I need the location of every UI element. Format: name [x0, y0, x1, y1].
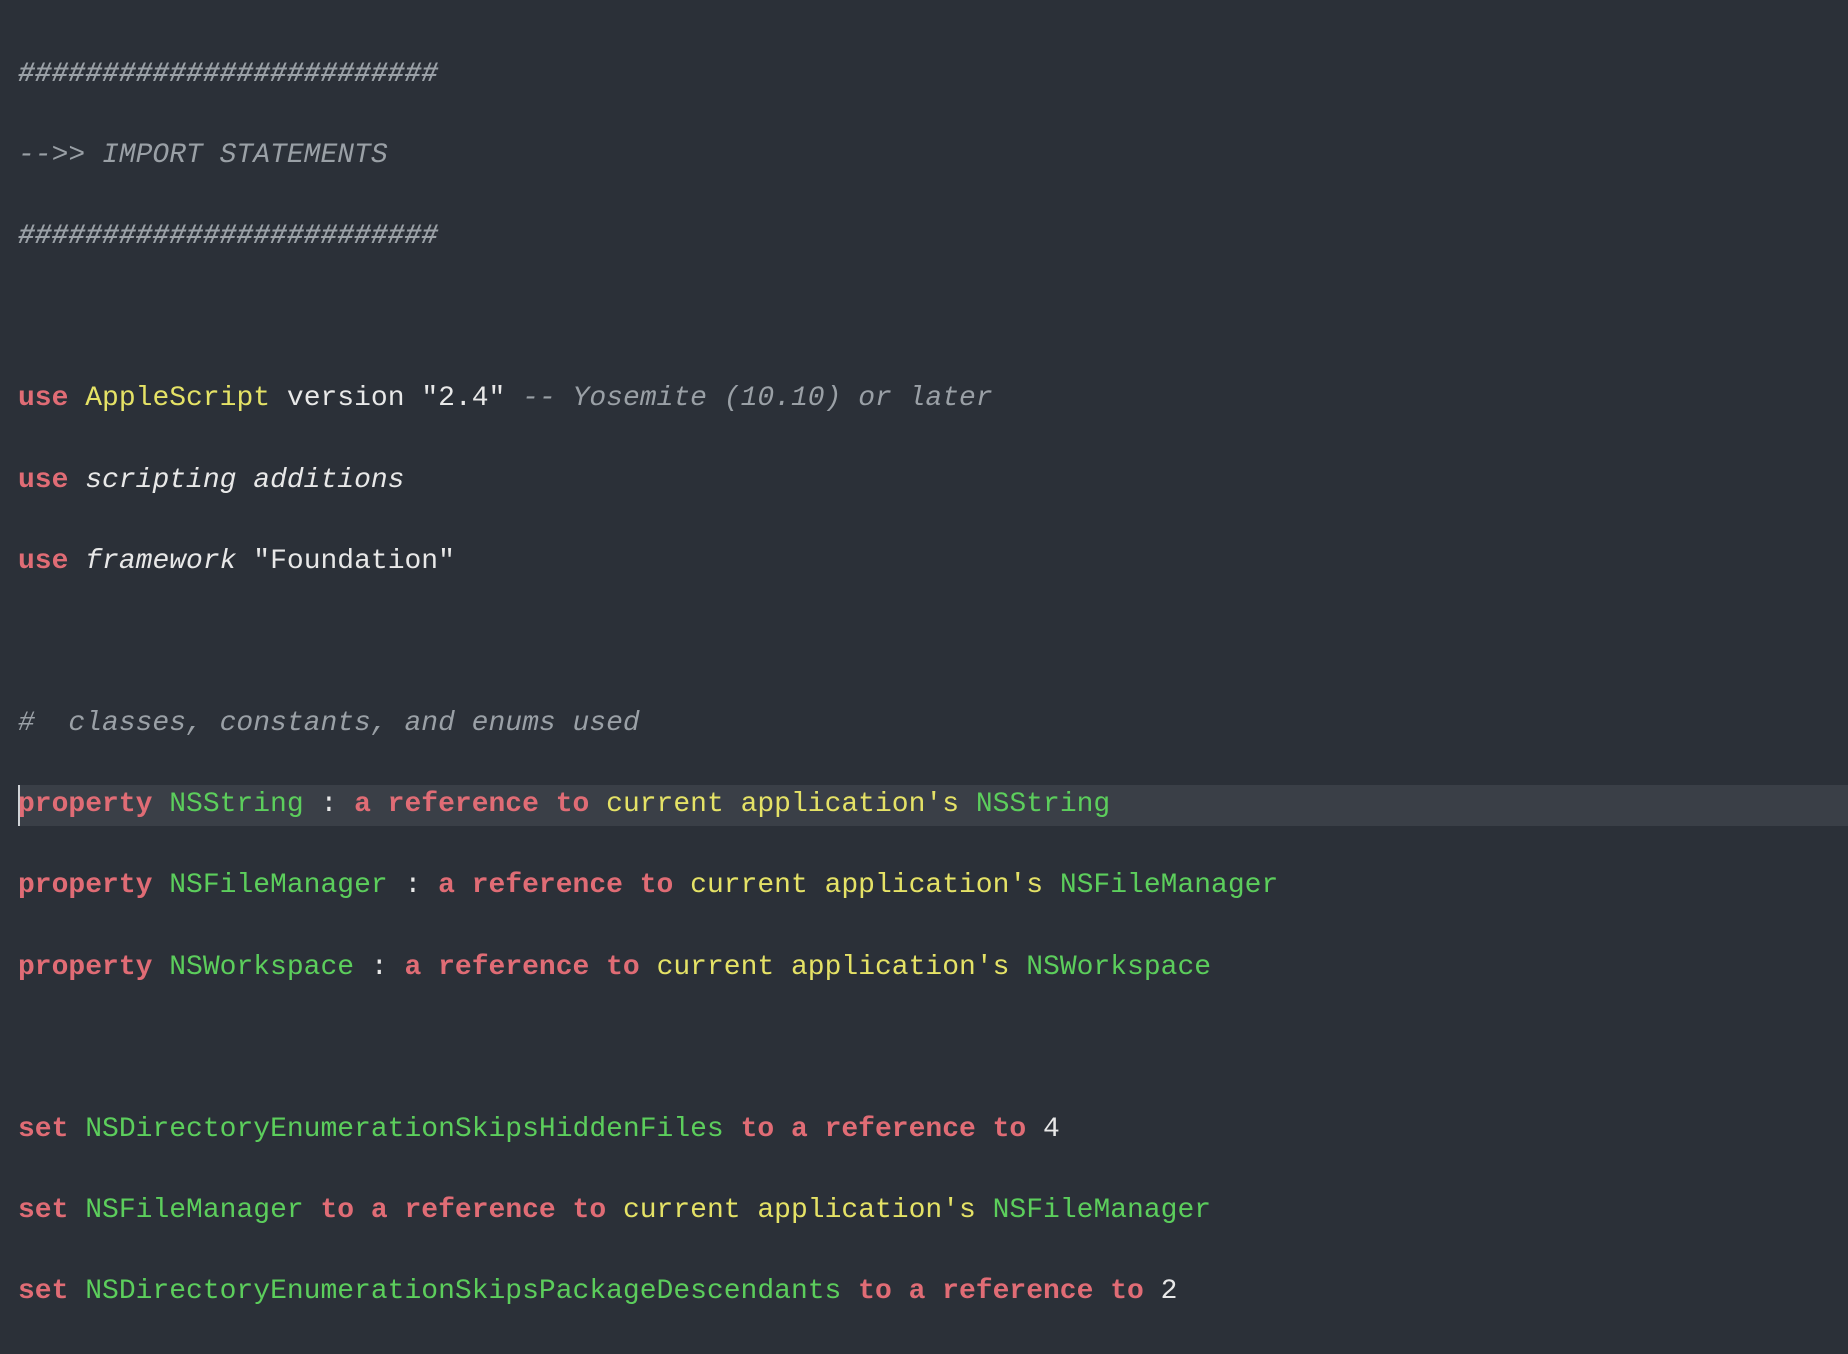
- phrase-to-reference-to: to a reference to: [741, 1114, 1027, 1145]
- identifier: NSWorkspace: [169, 952, 354, 983]
- keyword-use: use: [18, 546, 68, 577]
- identifier: NSFileManager: [993, 1195, 1211, 1226]
- identifier: NSString: [976, 789, 1110, 820]
- phrase-reference-to: a reference to: [405, 952, 640, 983]
- code-line: set NSDirectoryEnumerationSkipsPackageDe…: [18, 1272, 1848, 1313]
- code-line: # classes, constants, and enums used: [18, 704, 1848, 745]
- identifier: NSFileManager: [1060, 870, 1278, 901]
- keyword-set: set: [18, 1276, 68, 1307]
- code-line: #########################: [18, 217, 1848, 258]
- code-line: use framework "Foundation": [18, 542, 1848, 583]
- code-line: use scripting additions: [18, 461, 1848, 502]
- code-line: [18, 623, 1848, 664]
- identifier: NSFileManager: [169, 870, 387, 901]
- comment-text: #########################: [18, 221, 438, 252]
- phrase-current-application: current application's: [606, 789, 959, 820]
- code-line: property NSFileManager : a reference to …: [18, 866, 1848, 907]
- phrase-scripting-additions: scripting additions: [85, 465, 404, 496]
- colon: :: [354, 952, 404, 983]
- type-name: AppleScript: [85, 383, 270, 414]
- phrase-to-reference-to: to a reference to: [858, 1276, 1144, 1307]
- phrase-reference-to: a reference to: [438, 870, 673, 901]
- keyword-property: property: [18, 952, 152, 983]
- code-line: [18, 1029, 1848, 1070]
- code-line: [18, 298, 1848, 339]
- colon: :: [304, 789, 354, 820]
- string-literal: "Foundation": [253, 546, 455, 577]
- code-line: set NSFileManager to a reference to curr…: [18, 1191, 1848, 1232]
- code-line: -->> IMPORT STATEMENTS: [18, 136, 1848, 177]
- code-line: use AppleScript version "2.4" -- Yosemit…: [18, 379, 1848, 420]
- phrase-reference-to: a reference to: [354, 789, 589, 820]
- identifier: NSDirectoryEnumerationSkipsHiddenFiles: [85, 1114, 724, 1145]
- keyword-use: use: [18, 383, 68, 414]
- phrase-current-application: current application's: [690, 870, 1043, 901]
- phrase-current-application: current application's: [623, 1195, 976, 1226]
- string-literal: "2.4": [421, 383, 505, 414]
- code-line-highlighted: property NSString : a reference to curre…: [18, 785, 1848, 826]
- identifier: NSFileManager: [85, 1195, 303, 1226]
- phrase-to-reference-to: to a reference to: [320, 1195, 606, 1226]
- comment-text: -- Yosemite (10.10) or later: [522, 383, 992, 414]
- code-line: set NSDirectoryEnumerationSkipsHiddenFil…: [18, 1110, 1848, 1151]
- identifier: NSDirectoryEnumerationSkipsPackageDescen…: [85, 1276, 841, 1307]
- keyword-property: property: [18, 789, 152, 820]
- code-line: property NSWorkspace : a reference to cu…: [18, 948, 1848, 989]
- keyword-set: set: [18, 1114, 68, 1145]
- number-literal: 2: [1161, 1276, 1178, 1307]
- comment-text: #########################: [18, 59, 438, 90]
- keyword-property: property: [18, 870, 152, 901]
- keyword-use: use: [18, 465, 68, 496]
- keyword-set: set: [18, 1195, 68, 1226]
- identifier: NSWorkspace: [1026, 952, 1211, 983]
- word-framework: framework: [85, 546, 236, 577]
- identifier: NSString: [169, 789, 303, 820]
- phrase-current-application: current application's: [657, 952, 1010, 983]
- comment-text: -->> IMPORT STATEMENTS: [18, 140, 388, 171]
- word-version: version: [287, 383, 405, 414]
- comment-text: # classes, constants, and enums used: [18, 708, 640, 739]
- code-line: #########################: [18, 55, 1848, 96]
- colon: :: [388, 870, 438, 901]
- code-editor[interactable]: ######################### -->> IMPORT ST…: [0, 0, 1848, 1354]
- number-literal: 4: [1043, 1114, 1060, 1145]
